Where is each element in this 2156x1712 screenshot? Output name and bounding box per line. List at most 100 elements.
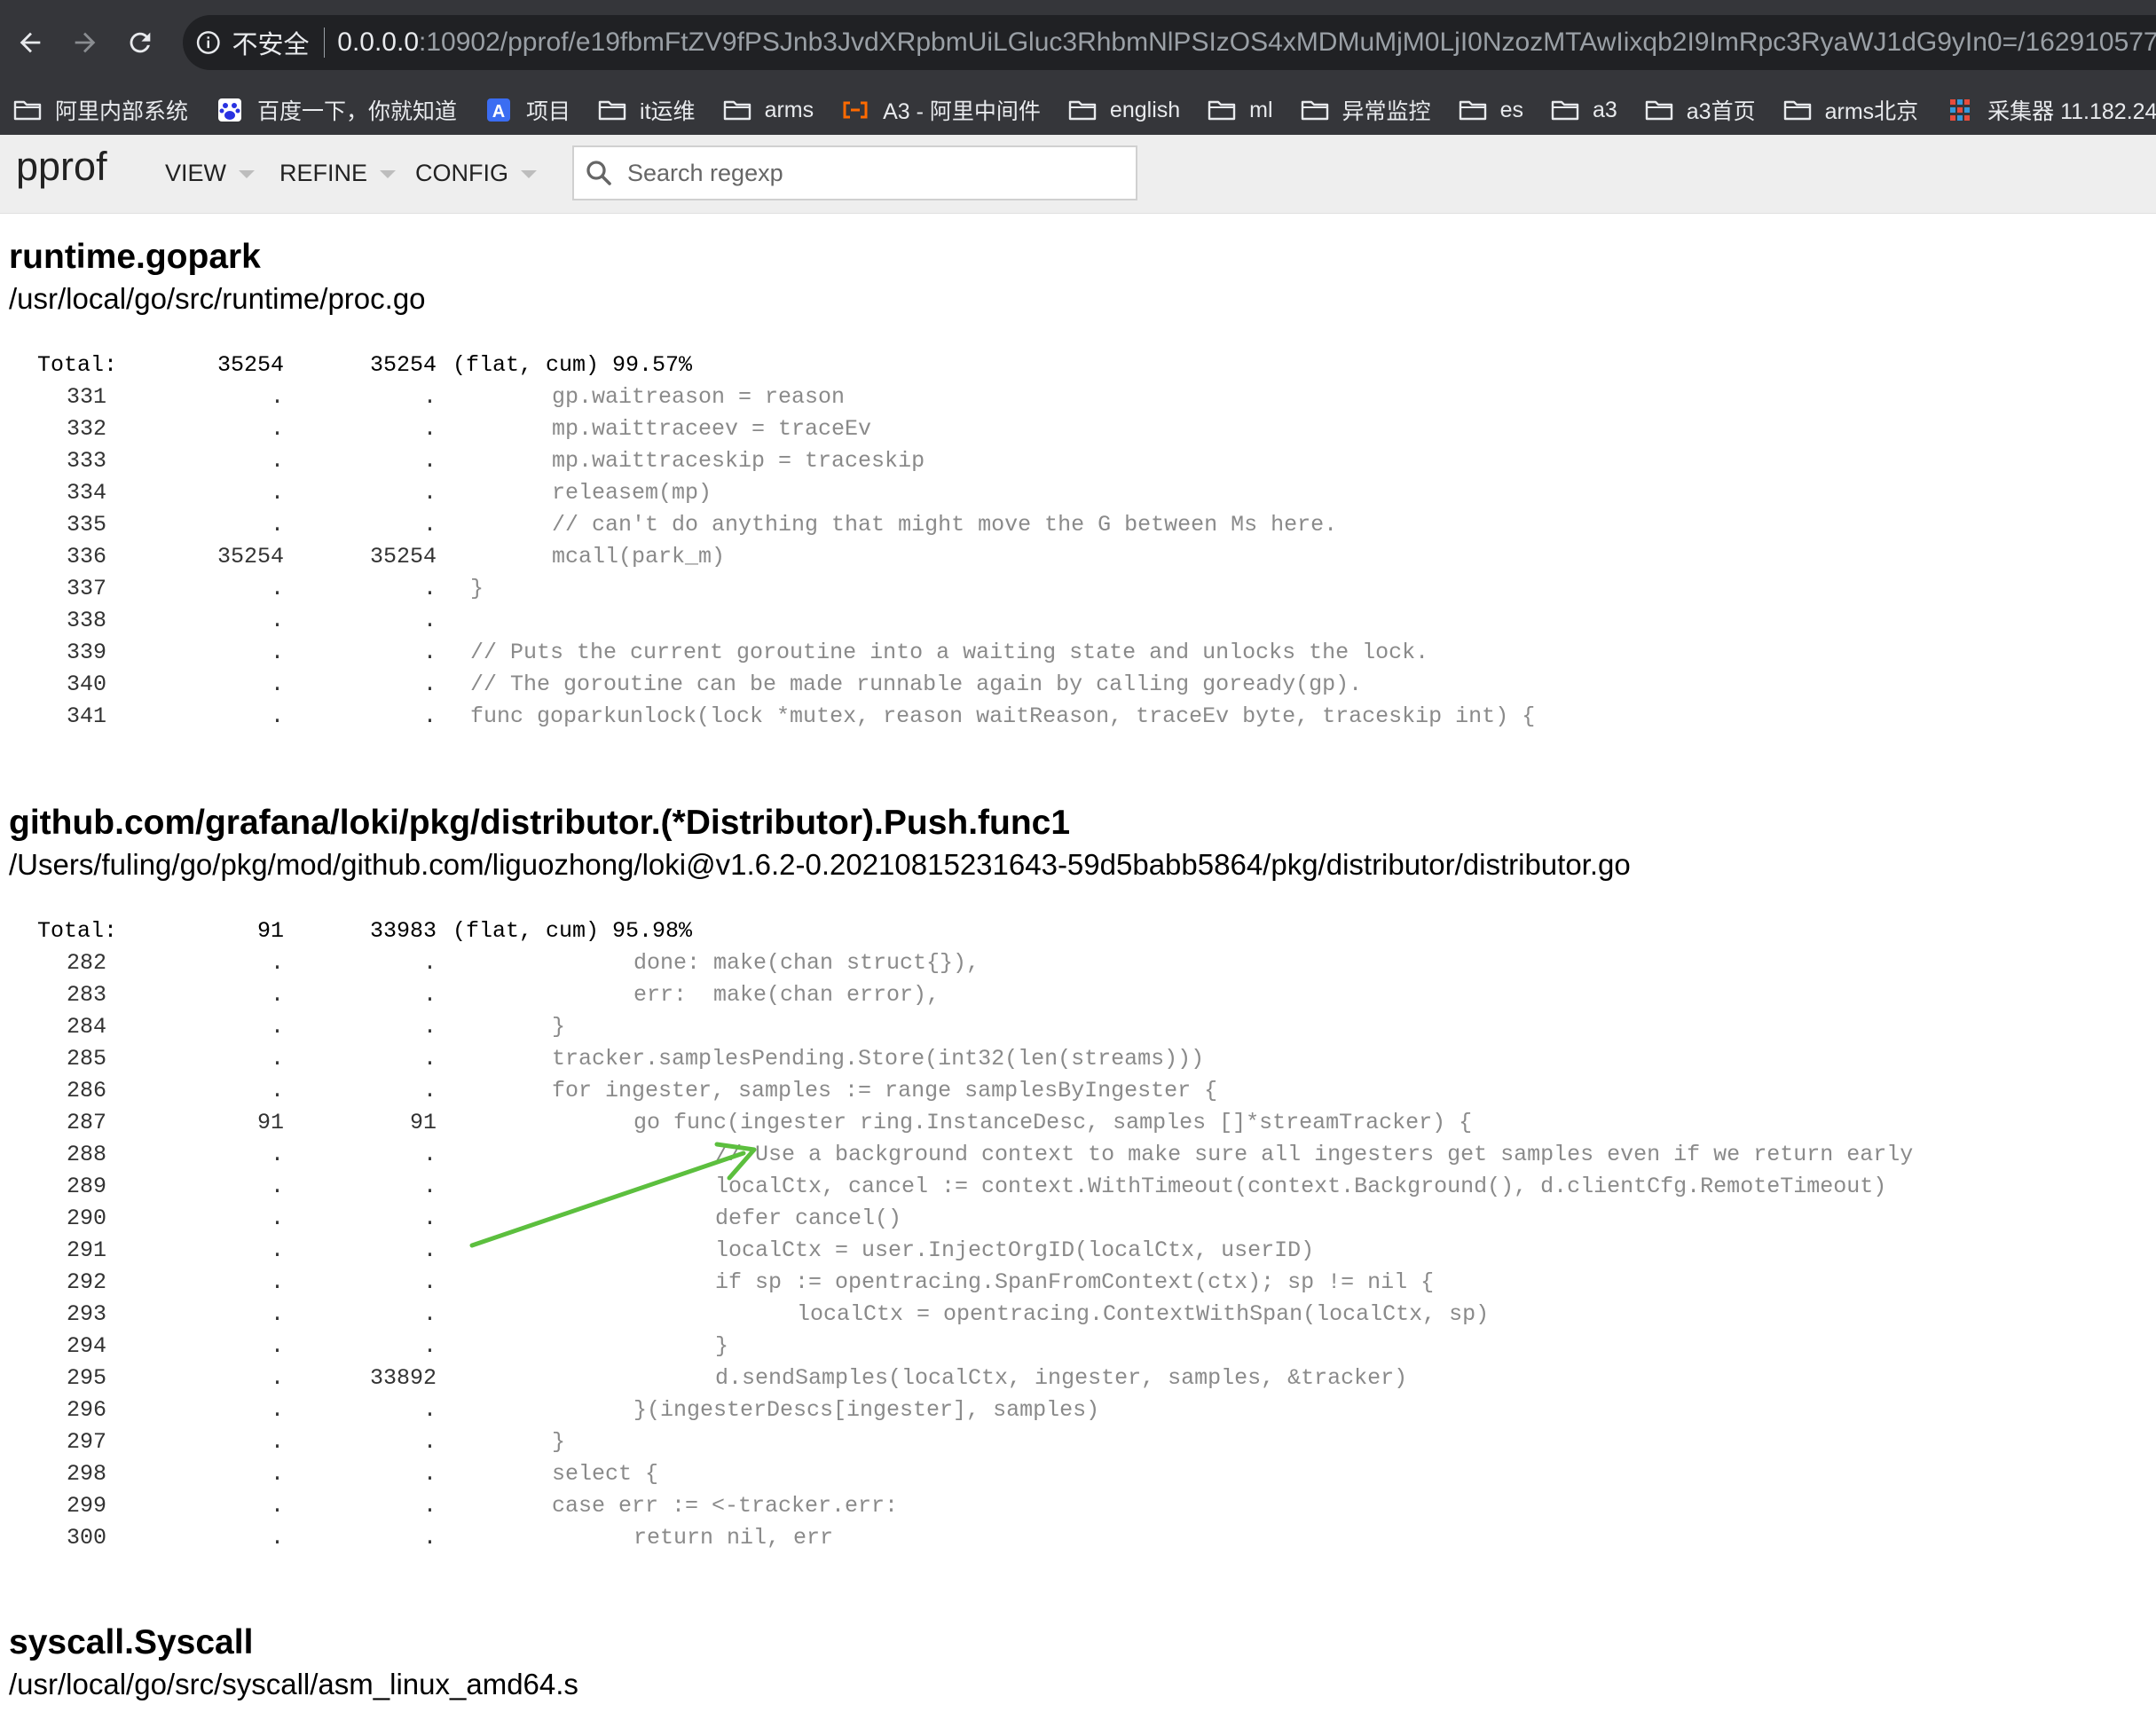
flat-value: . [270, 982, 284, 1008]
cum-value: . [422, 671, 437, 697]
app-logo[interactable]: pprof [16, 144, 107, 190]
source-code: mp.waittraceskip = traceskip [552, 448, 925, 474]
folder-icon [1458, 98, 1488, 122]
pprof-header: pprof VIEW REFINE CONFIG [0, 135, 2156, 214]
folder-icon [1067, 98, 1098, 122]
address-bar[interactable]: 不安全 0.0.0.0:10902/pprof/e19fbmFtZV9fPSJn… [183, 15, 2156, 70]
config-menu[interactable]: CONFIG [415, 160, 537, 187]
flat-value: . [270, 1014, 284, 1040]
cum-value: 91 [409, 1110, 437, 1135]
source-code: case err := <-tracker.err: [552, 1493, 899, 1519]
bookmark-item[interactable]: 异常监控 [1300, 94, 1431, 126]
bookmark-label: A3 - 阿里中间件 [883, 99, 1041, 124]
source-code: localCtx = user.InjectOrgID(localCtx, us… [715, 1237, 1315, 1263]
flat-value: . [270, 1174, 284, 1199]
flat-value: . [270, 703, 284, 729]
bookmark-label: 阿里内部系统 [55, 99, 189, 124]
cum-value: . [422, 1014, 437, 1040]
line-number: 294 [66, 1333, 106, 1359]
bookmark-item[interactable]: 百度一下，你就知道 [215, 94, 457, 126]
bookmark-item[interactable]: arms [722, 98, 814, 123]
line-number: 293 [66, 1301, 106, 1327]
bookmark-item[interactable]: ml [1207, 98, 1273, 123]
bookmark-item[interactable]: es [1458, 98, 1523, 123]
bookmark-label: it运维 [640, 99, 696, 124]
flat-value: . [270, 1429, 284, 1455]
reload-button[interactable] [115, 18, 165, 67]
bookmark-item[interactable]: it运维 [597, 94, 696, 126]
cum-value: . [422, 1525, 437, 1551]
line-number: 340 [66, 671, 106, 697]
line-number: 292 [66, 1269, 106, 1295]
flat-value: 91 [256, 1110, 284, 1135]
total-flat: 35254 [216, 352, 284, 378]
folder-icon [1782, 98, 1813, 122]
bookmark-label: arms [764, 97, 814, 122]
view-menu-label: VIEW [165, 160, 227, 186]
line-number: 296 [66, 1397, 106, 1423]
source-code: for ingester, samples := range samplesBy… [552, 1078, 1218, 1103]
total-label: Total: [37, 352, 118, 378]
line-number: 287 [66, 1110, 106, 1135]
flat-value: . [270, 1397, 284, 1423]
line-number: 289 [66, 1174, 106, 1199]
chevron-down-icon [380, 170, 397, 178]
source-code: gp.waitreason = reason [552, 384, 846, 410]
source-code: // Puts the current goroutine into a wai… [470, 640, 1429, 665]
source-file-path: /usr/local/go/src/syscall/asm_linux_amd6… [9, 1668, 578, 1700]
flat-value: . [270, 384, 284, 410]
line-number: 291 [66, 1237, 106, 1263]
forward-button[interactable] [60, 18, 110, 67]
bookmark-item[interactable]: A3 - 阿里中间件 [840, 94, 1041, 126]
browser-toolbar: 不安全 0.0.0.0:10902/pprof/e19fbmFtZV9fPSJn… [0, 0, 2156, 85]
source-code: } [552, 1014, 566, 1040]
line-number: 286 [66, 1078, 106, 1103]
line-number: 283 [66, 982, 106, 1008]
svg-text:A: A [492, 102, 505, 122]
info-icon[interactable] [195, 27, 222, 58]
total-percent: (flat, cum) 99.57% [452, 352, 693, 378]
bookmark-label: 异常监控 [1342, 99, 1431, 124]
cum-value: . [422, 1493, 437, 1519]
cum-value: . [422, 1174, 437, 1199]
cum-value: . [422, 448, 437, 474]
bookmark-item[interactable]: 采集器 11.182.24 [1945, 94, 2156, 126]
search-input[interactable] [626, 158, 1126, 188]
back-button[interactable] [5, 18, 55, 67]
line-number: 288 [66, 1142, 106, 1167]
source-file-path: /usr/local/go/src/runtime/proc.go [9, 282, 426, 315]
cum-value: . [422, 480, 437, 506]
bookmark-item[interactable]: arms北京 [1782, 94, 1918, 126]
refine-menu[interactable]: REFINE [279, 160, 397, 187]
bookmark-item[interactable]: english [1067, 98, 1180, 123]
view-menu[interactable]: VIEW [165, 160, 256, 187]
total-cum: 33983 [369, 918, 437, 944]
bookmark-item[interactable]: A 项目 [484, 94, 570, 126]
flat-value: . [270, 950, 284, 976]
line-number: 338 [66, 608, 106, 633]
omnibox-separator [323, 27, 326, 58]
source-code: localCtx = opentracing.ContextWithSpan(l… [797, 1301, 1490, 1327]
bookmark-label: english [1109, 97, 1181, 122]
flat-value: . [270, 640, 284, 665]
flat-value: . [270, 1142, 284, 1167]
source-code: done: make(chan struct{}), [633, 950, 980, 976]
bookmark-label: 采集器 11.182.24 [1987, 99, 2156, 124]
cum-value: . [422, 608, 437, 633]
folder-icon [1207, 98, 1237, 122]
line-number: 339 [66, 640, 106, 665]
bookmark-label: 项目 [526, 99, 571, 124]
config-menu-label: CONFIG [415, 160, 508, 186]
line-number: 341 [66, 703, 106, 729]
line-number: 290 [66, 1205, 106, 1231]
cum-value: . [422, 1301, 437, 1327]
line-number: 284 [66, 1014, 106, 1040]
refine-menu-label: REFINE [279, 160, 368, 186]
bookmark-item[interactable]: 阿里内部系统 [12, 94, 188, 126]
flat-value: . [270, 1333, 284, 1359]
search-box[interactable] [572, 145, 1137, 200]
cum-value: 33892 [369, 1365, 437, 1391]
bookmark-item[interactable]: a3 [1550, 98, 1617, 123]
flat-value: . [270, 1461, 284, 1487]
bookmark-item[interactable]: a3首页 [1644, 94, 1756, 126]
